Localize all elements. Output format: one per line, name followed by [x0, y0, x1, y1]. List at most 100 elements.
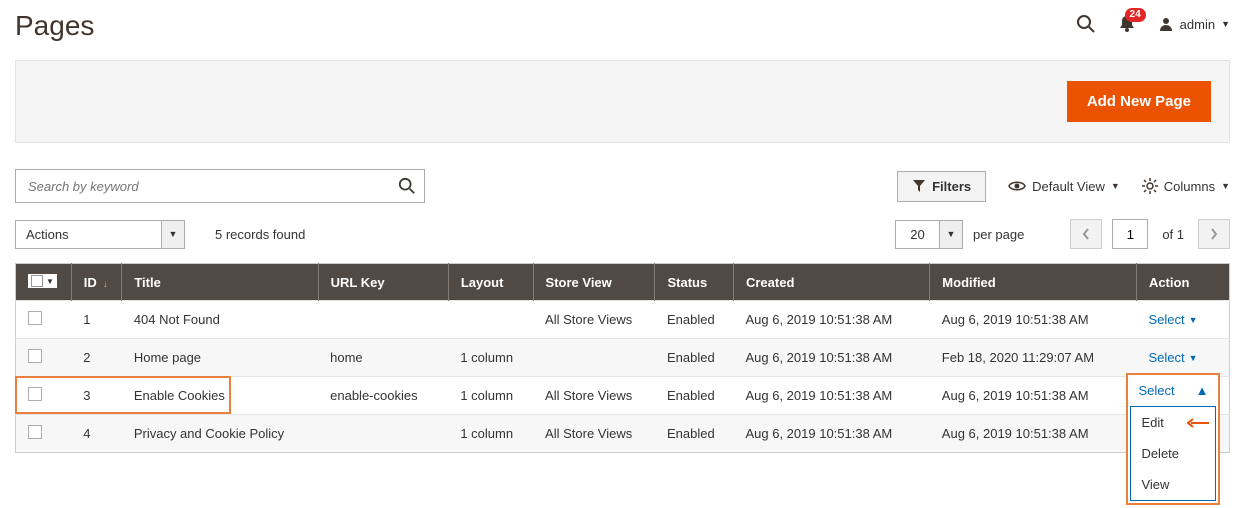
action-view[interactable]: View	[1131, 469, 1215, 500]
col-header-title[interactable]: Title	[122, 264, 318, 301]
cell-created: Aug 6, 2019 10:51:38 AM	[733, 415, 929, 453]
default-view-label: Default View	[1032, 179, 1105, 194]
cell-created: Aug 6, 2019 10:51:38 AM	[733, 339, 929, 377]
cell-status: Enabled	[655, 415, 734, 453]
cell-status: Enabled	[655, 301, 734, 339]
mass-actions-toggle[interactable]: ▼	[161, 220, 185, 249]
col-header-layout[interactable]: Layout	[448, 264, 533, 301]
chevron-down-icon: ▼	[1189, 315, 1198, 325]
search-icon[interactable]	[1076, 14, 1096, 34]
chevron-up-icon: ▲	[1196, 383, 1209, 398]
search-submit-icon[interactable]	[398, 177, 416, 195]
cell-modified: Aug 6, 2019 10:51:38 AM	[930, 415, 1137, 453]
filters-button[interactable]: Filters	[897, 171, 986, 202]
add-new-page-button[interactable]: Add New Page	[1067, 81, 1211, 122]
funnel-icon	[912, 179, 926, 193]
col-header-url-key[interactable]: URL Key	[318, 264, 448, 301]
col-header-store-view[interactable]: Store View	[533, 264, 655, 301]
per-page-select[interactable]: 20 ▼	[895, 220, 963, 249]
notifications-badge: 24	[1125, 8, 1146, 22]
per-page-toggle[interactable]: ▼	[939, 220, 963, 249]
current-page-input[interactable]	[1112, 219, 1148, 249]
row-action-select[interactable]: Select ▲	[1128, 375, 1218, 406]
cell-title: 404 Not Found	[122, 301, 318, 339]
chevron-down-icon: ▼	[169, 229, 178, 239]
mass-actions-select[interactable]: Actions ▼	[15, 220, 185, 249]
cell-modified: Aug 6, 2019 10:51:38 AM	[930, 377, 1137, 415]
chevron-down-icon: ▼	[1111, 181, 1120, 191]
row-action-select[interactable]: Select▼	[1148, 350, 1197, 365]
cell-url-key	[318, 301, 448, 339]
cell-layout: 1 column	[448, 415, 533, 453]
cell-url-key	[318, 415, 448, 453]
chevron-down-icon: ▼	[1221, 181, 1230, 191]
cell-id: 3	[71, 377, 122, 415]
action-edit[interactable]: Edit	[1131, 407, 1215, 438]
table-row: 2 Home page home 1 column Enabled Aug 6,…	[16, 339, 1230, 377]
col-header-status[interactable]: Status	[655, 264, 734, 301]
columns-dropdown[interactable]: Columns ▼	[1142, 178, 1230, 194]
cell-modified: Feb 18, 2020 11:29:07 AM	[930, 339, 1137, 377]
cell-title: Privacy and Cookie Policy	[122, 415, 318, 453]
account-menu[interactable]: admin ▼	[1158, 16, 1230, 32]
row-action-menu-open: Select ▲ Edit Delete View	[1126, 373, 1220, 505]
cell-store-view: All Store Views	[533, 415, 655, 453]
page-title: Pages	[15, 10, 94, 42]
next-page-button[interactable]	[1198, 219, 1230, 249]
pages-grid: ▼ ID↓ Title URL Key Layout Store View St…	[15, 263, 1230, 453]
action-delete[interactable]: Delete	[1131, 438, 1215, 469]
row-checkbox[interactable]	[28, 311, 42, 325]
col-header-created[interactable]: Created	[733, 264, 929, 301]
columns-label: Columns	[1164, 179, 1215, 194]
eye-icon	[1008, 180, 1026, 192]
cell-layout: 1 column	[448, 339, 533, 377]
default-view-dropdown[interactable]: Default View ▼	[1008, 179, 1120, 194]
cell-id: 4	[71, 415, 122, 453]
cell-created: Aug 6, 2019 10:51:38 AM	[733, 377, 929, 415]
gear-icon	[1142, 178, 1158, 194]
chevron-right-icon	[1210, 228, 1218, 240]
row-action-select[interactable]: Select▼	[1148, 312, 1197, 327]
cell-id: 2	[71, 339, 122, 377]
col-header-select[interactable]: ▼	[16, 264, 72, 301]
mass-actions-label: Actions	[15, 220, 161, 249]
cell-modified: Aug 6, 2019 10:51:38 AM	[930, 301, 1137, 339]
row-checkbox[interactable]	[28, 387, 42, 401]
cell-created: Aug 6, 2019 10:51:38 AM	[733, 301, 929, 339]
cell-title: Enable Cookies	[122, 377, 318, 415]
cell-layout: 1 column	[448, 377, 533, 415]
row-checkbox[interactable]	[28, 425, 42, 439]
arrow-annotation-icon	[1187, 418, 1209, 428]
per-page-value: 20	[895, 220, 939, 249]
col-header-action: Action	[1136, 264, 1229, 301]
cell-store-view	[533, 339, 655, 377]
account-username: admin	[1180, 17, 1215, 32]
cell-store-view: All Store Views	[533, 301, 655, 339]
cell-store-view: All Store Views	[533, 377, 655, 415]
records-found: 5 records found	[215, 227, 305, 242]
cell-status: Enabled	[655, 377, 734, 415]
cell-url-key: home	[318, 339, 448, 377]
page-actions-bar: Add New Page	[15, 60, 1230, 143]
cell-id: 1	[71, 301, 122, 339]
search-input-wrap	[15, 169, 425, 203]
user-icon	[1158, 16, 1174, 32]
sort-desc-icon: ↓	[103, 279, 108, 290]
chevron-down-icon: ▼	[1221, 19, 1230, 29]
chevron-down-icon: ▼	[1189, 353, 1198, 363]
row-checkbox[interactable]	[28, 349, 42, 363]
notifications-icon[interactable]: 24	[1118, 15, 1136, 33]
table-row: 3 Enable Cookies enable-cookies 1 column…	[16, 377, 1230, 415]
prev-page-button[interactable]	[1070, 219, 1102, 249]
cell-url-key: enable-cookies	[318, 377, 448, 415]
filters-label: Filters	[932, 179, 971, 194]
page-total-label: of 1	[1162, 227, 1184, 242]
col-header-modified[interactable]: Modified	[930, 264, 1137, 301]
chevron-down-icon: ▼	[947, 229, 956, 239]
cell-title: Home page	[122, 339, 318, 377]
col-header-id[interactable]: ID↓	[71, 264, 122, 301]
search-input[interactable]	[26, 178, 398, 195]
cell-status: Enabled	[655, 339, 734, 377]
per-page-label: per page	[973, 227, 1024, 242]
table-row: 4 Privacy and Cookie Policy 1 column All…	[16, 415, 1230, 453]
